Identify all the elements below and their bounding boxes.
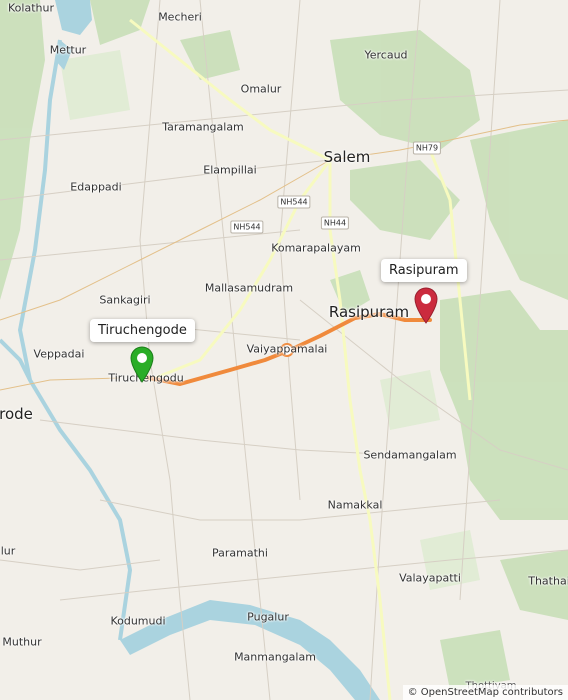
- map-attribution[interactable]: © OpenStreetMap contributors: [402, 685, 568, 700]
- place-komarapalayam: Komarapalayam: [271, 241, 361, 255]
- place-vaiyappamalai: Vaiyappamalai: [246, 342, 328, 356]
- start-marker-icon[interactable]: [129, 345, 155, 383]
- place-sendamangalam: Sendamangalam: [363, 448, 457, 462]
- end-marker-icon[interactable]: [413, 286, 439, 324]
- road-shield-nh44: NH44: [320, 216, 350, 230]
- place-salem: Salem: [323, 148, 371, 166]
- start-label: Tiruchengode: [90, 319, 195, 342]
- road-shield-nh79: NH79: [412, 141, 442, 155]
- place-kodumudi: Kodumudi: [110, 614, 166, 628]
- place-omalur: Omalur: [240, 82, 282, 96]
- place-edappadi: Edappadi: [70, 180, 122, 194]
- place-sankagiri: Sankagiri: [99, 293, 151, 307]
- place-mallasamudram: Mallasamudram: [204, 281, 294, 295]
- place-taramangalam: Taramangalam: [162, 120, 244, 134]
- road-shield-nh544: NH544: [277, 195, 311, 209]
- place-manmangalam: Manmangalam: [234, 650, 316, 664]
- place-paramathi: Paramathi: [212, 546, 268, 560]
- place-yercaud: Yercaud: [364, 48, 408, 62]
- map-canvas[interactable]: Kolathur Mecheri Mettur Yercaud Omalur T…: [0, 0, 568, 700]
- road-shield-nh544: NH544: [230, 220, 264, 234]
- place-elampillai: Elampillai: [203, 163, 257, 177]
- place-lur: lur: [0, 544, 16, 558]
- place-pugalur: Pugalur: [247, 610, 289, 624]
- place-rasipuram: Rasipuram: [328, 303, 410, 321]
- end-label: Rasipuram: [381, 259, 467, 282]
- place-muthur: Muthur: [2, 635, 42, 649]
- place-mecheri: Mecheri: [158, 10, 202, 24]
- place-erode: rode: [0, 405, 33, 423]
- place-namakkal: Namakkal: [327, 498, 383, 512]
- place-valayapatti: Valayapatti: [399, 571, 461, 585]
- place-veppadai: Veppadai: [33, 347, 85, 361]
- place-kolathur: Kolathur: [8, 1, 54, 15]
- place-thathaiyangarpet: Thathai: [528, 574, 568, 588]
- place-mettur: Mettur: [49, 43, 87, 57]
